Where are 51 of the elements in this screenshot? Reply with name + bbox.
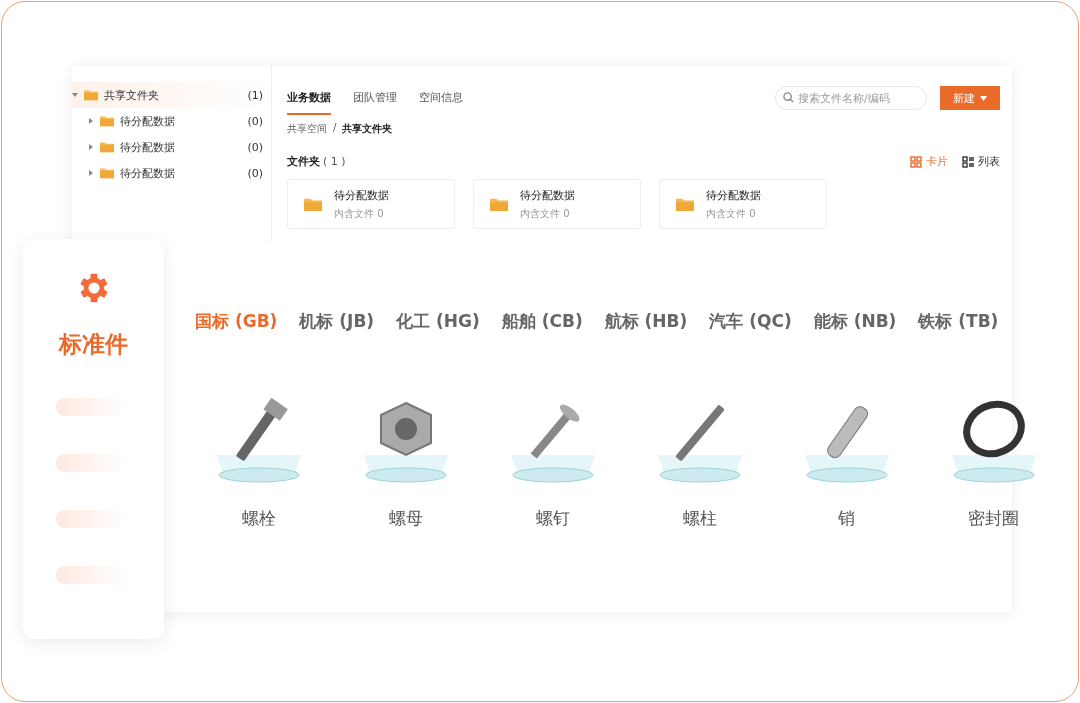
section-title: 文件夹 (287, 154, 320, 169)
caret-icon[interactable] (88, 118, 94, 124)
search-icon (783, 92, 794, 103)
list-icon (962, 155, 974, 168)
folder-icon (84, 89, 98, 101)
folder-card[interactable]: 待分配数据 内含文件 0 (659, 179, 827, 229)
view-toggle[interactable]: 列表 (962, 154, 1000, 169)
breadcrumb-item: 共享文件夹 (342, 122, 393, 136)
tree-item[interactable]: 待分配数据 (0) (72, 134, 271, 160)
part-name[interactable]: 螺钉 (535, 507, 570, 530)
part-name[interactable]: 螺母 (388, 507, 423, 530)
folder-card[interactable]: 待分配数据 内含文件 0 (473, 179, 641, 229)
folder-icon (304, 196, 322, 212)
side-title: 标准件 (59, 330, 128, 359)
caret-icon[interactable] (88, 170, 94, 176)
standard-tab[interactable]: 航标 (HB) (604, 310, 688, 333)
standard-tab[interactable]: 铁标 (TB) (918, 310, 999, 333)
part-name[interactable]: 螺栓 (241, 507, 276, 530)
nav-tab[interactable]: 空间信息 (419, 81, 463, 115)
standard-tab[interactable]: 船舶 (CB) (501, 310, 583, 333)
nav-tab[interactable]: 团队管理 (353, 81, 397, 115)
part-name[interactable]: 密封圈 (968, 507, 1019, 530)
standard-tab[interactable]: 汽车 (QC) (709, 310, 792, 333)
caret-icon (980, 95, 987, 101)
folder-card[interactable]: 待分配数据 内含文件 0 (287, 179, 455, 229)
caret-icon[interactable] (88, 144, 94, 150)
breadcrumb-separator: / (333, 122, 337, 135)
folder-icon (100, 167, 114, 179)
standard-tab[interactable]: 化工 (HG) (396, 310, 480, 333)
folder-meta: 内含文件 0 (520, 206, 571, 221)
folder-meta: 内含文件 0 (706, 206, 757, 221)
standard-tab[interactable]: 能标 (NB) (813, 310, 897, 333)
folder-icon (100, 141, 114, 153)
part-name[interactable]: 销 (838, 507, 855, 530)
folder-icon (676, 196, 694, 212)
folder-icon (100, 115, 114, 127)
folder-meta: 内含文件 0 (334, 206, 385, 221)
grid-icon (910, 155, 922, 168)
folder-name: 待分配数据 (334, 187, 389, 203)
nav-tab[interactable]: 业务数据 (287, 81, 331, 115)
folder-icon (490, 196, 508, 212)
search-field[interactable]: 搜索文件名称/编码 (775, 86, 927, 110)
breadcrumb-item[interactable]: 共享空间 (287, 122, 327, 136)
folder-name: 待分配数据 (706, 187, 761, 203)
tree-item[interactable]: 待分配数据 (0) (72, 108, 271, 134)
caret-icon[interactable] (72, 92, 78, 98)
folder-name: 待分配数据 (520, 187, 575, 203)
section-count: ( 1 ) (323, 155, 346, 168)
part-name[interactable]: 螺柱 (682, 507, 717, 530)
tree-item[interactable]: 待分配数据 (0) (72, 160, 271, 186)
standard-tab[interactable]: 机标 (JB) (299, 310, 375, 333)
